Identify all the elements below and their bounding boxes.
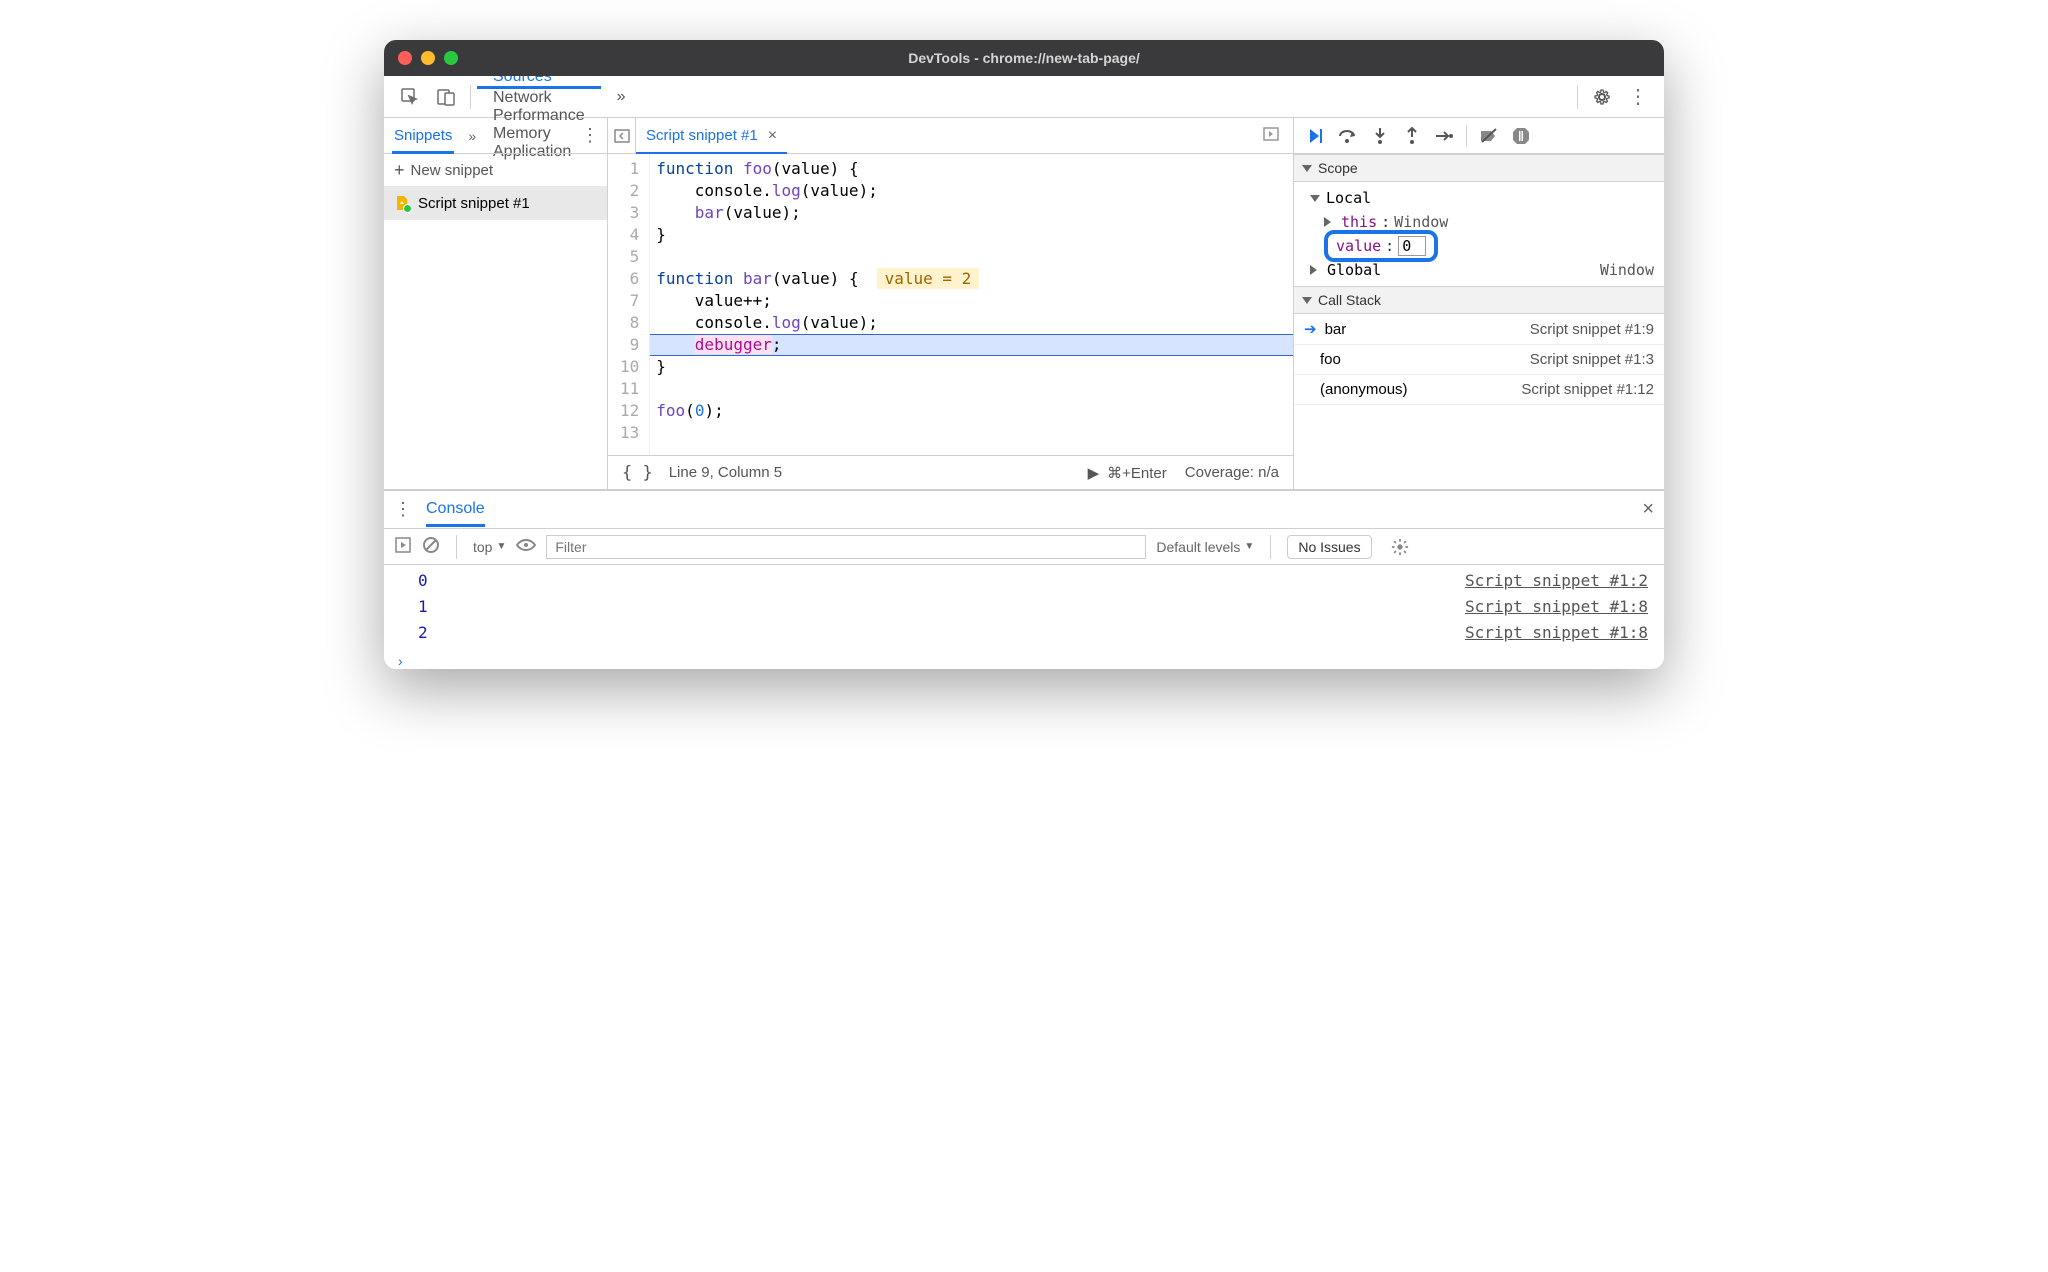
console-row: 0Script snippet #1:2: [384, 567, 1664, 593]
code-line: }: [650, 356, 1293, 378]
code-lines: function foo(value) { console.log(value)…: [650, 154, 1293, 455]
code-editor: Script snippet #1 × 12345678910111213 fu…: [608, 118, 1294, 489]
step-icon[interactable]: [1430, 122, 1458, 150]
debugger-sidebar: Scope Local this: Window value: GlobalWi…: [1294, 118, 1664, 489]
code-line: }: [650, 224, 1293, 246]
console-prompt[interactable]: ›: [384, 653, 1664, 669]
divider: [1577, 85, 1578, 109]
console-source-link[interactable]: Script snippet #1:8: [1465, 623, 1648, 642]
titlebar: DevTools - chrome://new-tab-page/: [384, 40, 1664, 76]
snippet-item[interactable]: Script snippet #1: [384, 186, 607, 220]
collapse-debugger-icon[interactable]: [1263, 126, 1279, 145]
console-row: 1Script snippet #1:8: [384, 593, 1664, 619]
snippet-name: Script snippet #1: [418, 195, 530, 212]
editor-tab[interactable]: Script snippet #1 ×: [636, 120, 787, 155]
close-tab-icon[interactable]: ×: [768, 127, 777, 145]
code-line: [650, 378, 1293, 400]
console-output: 0Script snippet #1:21Script snippet #1:8…: [384, 565, 1664, 653]
code-line: bar(value);: [650, 202, 1293, 224]
deactivate-breakpoints-icon[interactable]: [1475, 122, 1503, 150]
scope-value-highlighted[interactable]: value:: [1304, 234, 1664, 258]
editor-tab-name: Script snippet #1: [646, 127, 758, 144]
scope-value-edit[interactable]: [1398, 236, 1426, 256]
scope-global[interactable]: GlobalWindow: [1304, 258, 1664, 282]
filter-input[interactable]: [546, 535, 1146, 559]
cursor-position: Line 9, Column 5: [669, 464, 782, 481]
scope-header[interactable]: Scope: [1294, 154, 1664, 182]
sidebar-menu-icon[interactable]: ⋮: [581, 125, 599, 146]
collapse-navigator-icon[interactable]: [608, 118, 636, 153]
console-settings-gear-icon[interactable]: [1386, 533, 1414, 561]
editor-tabs: Script snippet #1 ×: [608, 118, 1293, 154]
step-out-icon[interactable]: [1398, 122, 1426, 150]
drawer-close-icon[interactable]: ×: [1642, 498, 1654, 521]
callstack-body: ➔barScript snippet #1:9fooScript snippet…: [1294, 314, 1664, 405]
drawer-tab-console[interactable]: Console: [426, 500, 485, 527]
code-line: value++;: [650, 290, 1293, 312]
code-line: [650, 246, 1293, 268]
callstack-header[interactable]: Call Stack: [1294, 286, 1664, 314]
run-play-icon[interactable]: ▶: [1088, 464, 1100, 482]
scope-body: Local this: Window value: GlobalWindow: [1294, 182, 1664, 286]
clear-console-icon[interactable]: [422, 536, 440, 557]
sidebar-tabs: Snippets » ⋮: [384, 118, 607, 154]
console-drawer: ⋮ Console × top ▼ Default levels ▼ No Is…: [384, 490, 1664, 669]
kebab-menu-icon[interactable]: ⋮: [1624, 83, 1652, 111]
console-row: 2Script snippet #1:8: [384, 619, 1664, 645]
step-over-icon[interactable]: [1334, 122, 1362, 150]
divider: [470, 85, 471, 109]
stack-frame[interactable]: (anonymous)Script snippet #1:12: [1294, 375, 1664, 405]
run-hint: ⌘+Enter: [1107, 464, 1167, 482]
window-title: DevTools - chrome://new-tab-page/: [384, 50, 1664, 66]
inline-value: value = 2: [877, 268, 980, 289]
console-play-icon[interactable]: [394, 536, 412, 557]
debugger-toolbar: [1294, 118, 1664, 154]
console-source-link[interactable]: Script snippet #1:2: [1465, 571, 1648, 590]
drawer-tabs: ⋮ Console ×: [384, 491, 1664, 529]
stack-frame[interactable]: fooScript snippet #1:3: [1294, 345, 1664, 375]
code-line: console.log(value);: [650, 180, 1293, 202]
code-line: console.log(value);: [650, 312, 1293, 334]
code-line: function foo(value) {: [650, 158, 1293, 180]
step-into-icon[interactable]: [1366, 122, 1394, 150]
code-line: foo(0);: [650, 400, 1293, 422]
sidebar-more-tabs[interactable]: »: [468, 128, 476, 144]
coverage-status: Coverage: n/a: [1185, 464, 1279, 481]
log-levels[interactable]: Default levels ▼: [1156, 539, 1254, 555]
code-area[interactable]: 12345678910111213 function foo(value) { …: [608, 154, 1293, 455]
line-gutter: 12345678910111213: [608, 154, 650, 455]
settings-gear-icon[interactable]: [1588, 83, 1616, 111]
code-line: function bar(value) {value = 2: [650, 268, 1293, 290]
snippet-file-icon: [394, 195, 410, 211]
console-toolbar: top ▼ Default levels ▼ No Issues: [384, 529, 1664, 565]
device-toggle-icon[interactable]: [432, 83, 460, 111]
drawer-menu-icon[interactable]: ⋮: [394, 499, 412, 520]
plus-icon: +: [394, 160, 405, 181]
tab-network[interactable]: Network: [477, 89, 601, 107]
top-tab-bar: ElementsConsoleSourcesNetworkPerformance…: [384, 76, 1664, 118]
navigator-sidebar: Snippets » ⋮ + New snippet Script snippe…: [384, 118, 608, 489]
scope-local[interactable]: Local: [1304, 186, 1664, 210]
code-line: [650, 422, 1293, 444]
issues-button[interactable]: No Issues: [1287, 535, 1371, 559]
pause-exceptions-icon[interactable]: [1507, 122, 1535, 150]
editor-status-bar: { } Line 9, Column 5 ▶ ⌘+Enter Coverage:…: [608, 455, 1293, 489]
new-snippet-label: New snippet: [411, 162, 494, 179]
new-snippet-button[interactable]: + New snippet: [384, 154, 607, 186]
resume-icon[interactable]: [1302, 122, 1330, 150]
pretty-print-icon[interactable]: { }: [622, 463, 653, 483]
context-selector[interactable]: top ▼: [473, 539, 506, 555]
live-expression-icon[interactable]: [516, 538, 536, 555]
devtools-window: DevTools - chrome://new-tab-page/ Elemen…: [384, 40, 1664, 669]
sources-panel: Snippets » ⋮ + New snippet Script snippe…: [384, 118, 1664, 490]
inspect-element-icon[interactable]: [396, 83, 424, 111]
stack-frame[interactable]: ➔barScript snippet #1:9: [1294, 314, 1664, 345]
console-source-link[interactable]: Script snippet #1:8: [1465, 597, 1648, 616]
code-line: debugger;: [650, 334, 1293, 356]
more-tabs[interactable]: »: [601, 76, 642, 117]
sidebar-tab-snippets[interactable]: Snippets: [392, 127, 454, 154]
